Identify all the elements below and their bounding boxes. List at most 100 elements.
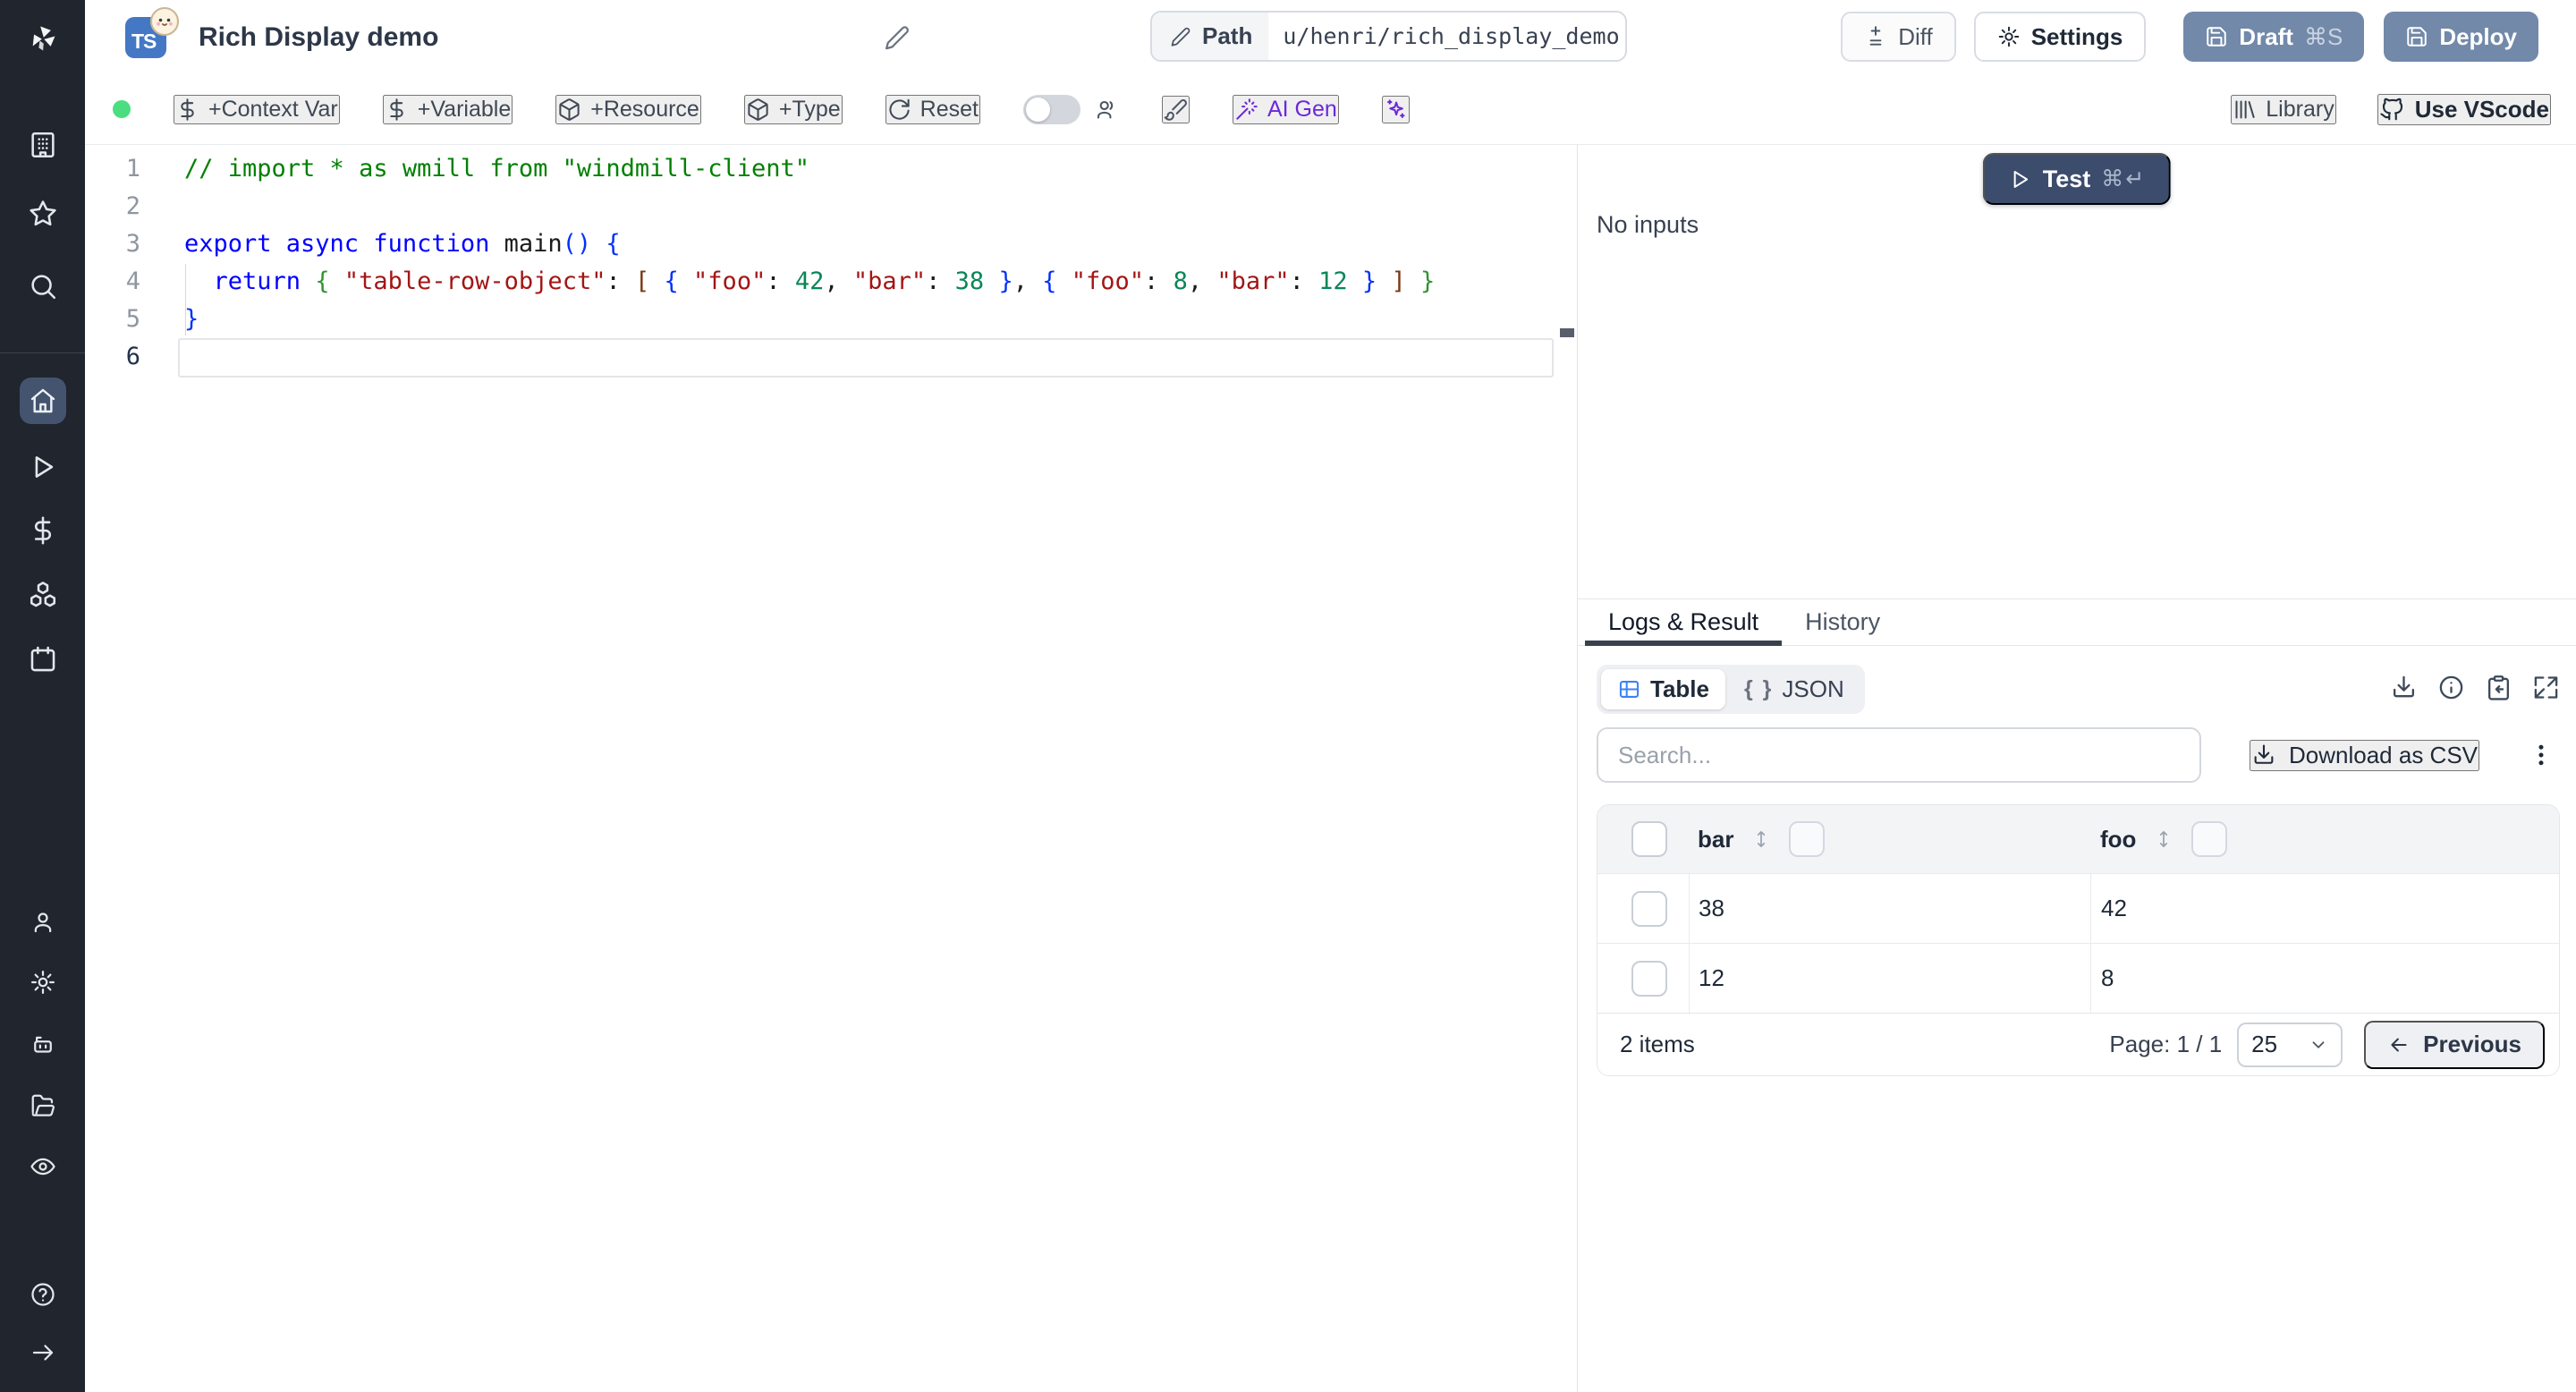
folder-icon[interactable] xyxy=(21,1083,65,1128)
deploy-button[interactable]: Deploy xyxy=(2384,12,2538,62)
indent-guide xyxy=(185,264,186,335)
cell-bar: 38 xyxy=(1689,874,2090,943)
calendar-icon[interactable] xyxy=(21,637,65,682)
draft-button[interactable]: Draft ⌘S xyxy=(2183,12,2365,62)
column-header-foo[interactable]: foo xyxy=(2100,826,2136,853)
code-line[interactable]: 2 xyxy=(85,188,1577,225)
view-json-button[interactable]: { } JSON xyxy=(1728,669,1860,709)
search-icon[interactable] xyxy=(21,264,65,309)
download-csv-button[interactable]: Download as CSV xyxy=(2250,739,2479,771)
test-button[interactable]: Test ⌘↵ xyxy=(1982,153,2172,205)
previous-page-button[interactable]: Previous xyxy=(2364,1020,2545,1069)
row-checkbox[interactable] xyxy=(1631,890,1667,927)
star-icon[interactable] xyxy=(21,191,65,236)
chevron-down-icon xyxy=(2312,1040,2325,1048)
plus-minus-icon xyxy=(1869,26,1882,46)
row-checkbox[interactable] xyxy=(1631,960,1667,997)
no-inputs-label: No inputs xyxy=(1597,211,1699,238)
code-line[interactable]: 1// import * as wmill from "windmill-cli… xyxy=(85,150,1577,188)
dollar-icon xyxy=(390,98,403,121)
gear-icon xyxy=(1998,26,2019,47)
code-line[interactable]: 3 export async function main() { xyxy=(85,225,1577,263)
add-resource-button[interactable]: +Resource xyxy=(555,94,701,124)
sparkles-icon[interactable] xyxy=(1381,95,1410,123)
table-icon xyxy=(1619,681,1640,698)
wand-icon xyxy=(1236,98,1258,120)
path-label: Path xyxy=(1152,13,1269,60)
home-icon[interactable] xyxy=(20,378,66,424)
help-icon[interactable] xyxy=(21,1272,65,1317)
draft-shortcut: ⌘S xyxy=(2303,22,2343,50)
page-indicator: Page: 1 / 1 xyxy=(2109,1031,2223,1057)
robot-icon[interactable] xyxy=(21,1023,65,1067)
code-line[interactable]: 5} xyxy=(85,301,1577,338)
search-input[interactable] xyxy=(1597,727,2201,783)
reset-button[interactable]: Reset xyxy=(885,94,980,124)
library-button[interactable]: Library xyxy=(2231,94,2336,124)
clipboard-copy-icon[interactable] xyxy=(2485,674,2512,706)
code-line[interactable]: 6 xyxy=(85,338,1577,376)
eye-icon[interactable] xyxy=(21,1144,65,1189)
tab-history[interactable]: History xyxy=(1782,599,1903,645)
add-type-button[interactable]: +Type xyxy=(743,94,843,124)
code-editor[interactable]: 1// import * as wmill from "windmill-cli… xyxy=(85,145,1577,1392)
diff-button[interactable]: Diff xyxy=(1841,12,1956,62)
sidebar-divider xyxy=(0,352,85,353)
path-field[interactable]: Path u/henri/rich_display_demo xyxy=(1150,11,1627,62)
github-icon xyxy=(2380,98,2402,121)
page-size-select[interactable]: 25 xyxy=(2237,1022,2343,1067)
arrow-right-icon[interactable] xyxy=(21,1330,65,1375)
column-toggle-foo[interactable] xyxy=(2191,821,2228,857)
path-value[interactable]: u/henri/rich_display_demo xyxy=(1268,23,1619,49)
save-icon xyxy=(2407,27,2428,47)
tab-logs-result[interactable]: Logs & Result xyxy=(1585,599,1783,646)
topbar: TS Rich Display demo Path u/henri/rich_d… xyxy=(85,0,2576,74)
format-brush-icon[interactable] xyxy=(1161,95,1190,123)
language-status-dot xyxy=(113,100,131,118)
sidebar xyxy=(0,0,85,1392)
settings-button[interactable]: Settings xyxy=(1973,12,2147,62)
emoji-face-icon xyxy=(149,6,180,36)
cell-foo: 42 xyxy=(2090,874,2559,943)
page-title: Rich Display demo xyxy=(199,21,439,52)
multiplayer-toggle[interactable] xyxy=(1022,94,1080,124)
editor-toolbar: +Context Var +Variable +Resource +Type R… xyxy=(85,74,2576,145)
download-result-icon[interactable] xyxy=(2390,674,2418,706)
info-icon[interactable] xyxy=(2437,674,2465,706)
user-icon[interactable] xyxy=(21,900,65,945)
column-header-bar[interactable]: bar xyxy=(1698,826,1733,853)
typescript-badge: TS xyxy=(125,6,180,58)
column-toggle-bar[interactable] xyxy=(1789,821,1826,857)
add-context-var-button[interactable]: +Context Var xyxy=(174,94,340,124)
pencil-icon xyxy=(1171,27,1191,47)
users-icon xyxy=(1095,98,1119,122)
results-tabs: Logs & Result History xyxy=(1578,599,2576,646)
view-segment: Table { } JSON xyxy=(1597,665,1865,714)
sort-icon[interactable] xyxy=(1750,828,1773,851)
dollar-icon[interactable] xyxy=(21,508,65,553)
ai-gen-button[interactable]: AI Gen xyxy=(1232,94,1339,124)
table-footer: 2 items Page: 1 / 1 25 Previous xyxy=(1597,1013,2559,1075)
test-shortcut: ⌘↵ xyxy=(2101,166,2147,191)
cell-bar: 12 xyxy=(1689,944,2090,1013)
code-line[interactable]: 4 return { "table-row-object": [ { "foo"… xyxy=(85,263,1577,301)
braces-icon: { } xyxy=(1743,676,1774,701)
sort-icon[interactable] xyxy=(2152,828,2175,851)
table-row: 38 42 xyxy=(1597,873,2559,943)
save-icon xyxy=(2207,27,2227,47)
select-all-checkbox[interactable] xyxy=(1631,821,1667,857)
edit-title-pencil-icon[interactable] xyxy=(879,20,915,55)
building-icon[interactable] xyxy=(21,123,65,167)
view-table-button[interactable]: Table xyxy=(1601,669,1725,709)
reset-icon xyxy=(889,98,910,120)
windmill-app: TS Rich Display demo Path u/henri/rich_d… xyxy=(0,0,2576,1392)
use-vscode-button[interactable]: Use VScode xyxy=(2377,93,2551,125)
dollar-icon xyxy=(181,98,194,121)
expand-icon[interactable] xyxy=(2532,674,2560,706)
kebab-menu-icon[interactable] xyxy=(2528,742,2555,768)
windmill-logo[interactable] xyxy=(21,16,65,61)
cubes-icon[interactable] xyxy=(21,573,65,617)
gear-icon[interactable] xyxy=(21,960,65,1005)
play-icon[interactable] xyxy=(21,445,65,489)
add-variable-button[interactable]: +Variable xyxy=(382,94,513,124)
